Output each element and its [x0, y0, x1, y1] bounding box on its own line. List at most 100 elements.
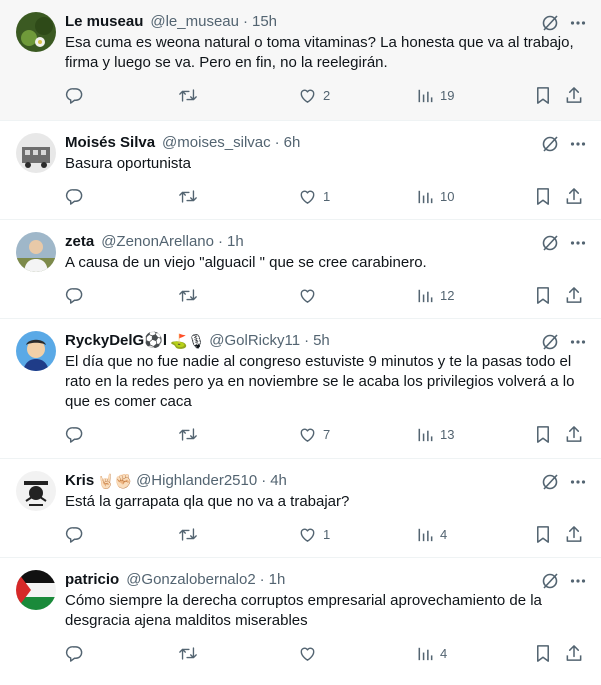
more-icon[interactable] — [569, 473, 587, 491]
views-button[interactable]: 12 — [416, 285, 454, 305]
tweet[interactable]: Le museau @le_museau · 15h Esa cuma es w… — [0, 0, 601, 121]
tweet-text: A causa de un viejo "alguacil " que se c… — [65, 254, 427, 271]
retweet-button[interactable] — [178, 85, 204, 105]
share-button[interactable] — [565, 524, 583, 544]
views-button[interactable]: 4 — [416, 524, 447, 544]
reply-button[interactable] — [65, 524, 90, 544]
action-bar: 1 4 — [65, 524, 585, 562]
timestamp[interactable]: 6h — [284, 133, 301, 153]
display-name[interactable]: patricio — [65, 570, 119, 590]
display-name[interactable]: RyckyDelG⚽l — [65, 331, 167, 351]
action-bar: 4 — [65, 643, 585, 681]
share-button[interactable] — [565, 285, 583, 305]
timestamp[interactable]: 1h — [227, 232, 244, 252]
like-icon — [300, 528, 315, 542]
timestamp[interactable]: 15h — [252, 12, 277, 32]
share-button[interactable] — [565, 643, 583, 663]
display-name[interactable]: Kris — [65, 471, 94, 491]
user-handle[interactable]: @Highlander2510 — [136, 471, 257, 491]
reply-button[interactable] — [65, 643, 90, 663]
like-button[interactable] — [298, 285, 323, 305]
bookmark-button[interactable] — [535, 524, 551, 544]
action-bar: 12 — [65, 285, 585, 323]
reply-button[interactable] — [65, 85, 90, 105]
avatar[interactable] — [16, 471, 56, 511]
bookmark-button[interactable] — [535, 424, 551, 444]
tweet[interactable]: RyckyDelG⚽l ⛳🎙 @GolRicky11 · 5h El día q… — [0, 319, 601, 459]
like-button[interactable]: 2 — [298, 85, 330, 105]
avatar[interactable] — [16, 232, 56, 272]
retweet-button[interactable] — [178, 643, 204, 663]
grok-icon[interactable] — [541, 572, 559, 590]
user-handle[interactable]: @moises_silvac — [162, 133, 271, 153]
like-button[interactable]: 1 — [298, 524, 330, 544]
retweet-button[interactable] — [178, 424, 204, 444]
more-icon[interactable] — [569, 572, 587, 590]
share-button[interactable] — [565, 85, 583, 105]
tweet-text: Está la garrapata qla que no va a trabaj… — [65, 493, 350, 510]
action-bar: 1 10 — [65, 186, 585, 224]
like-button[interactable] — [298, 643, 323, 663]
timestamp[interactable]: 4h — [270, 471, 287, 491]
separator-dot: · — [242, 13, 248, 30]
views-button[interactable]: 19 — [416, 85, 454, 105]
display-name[interactable]: Le museau — [65, 12, 143, 32]
share-icon — [566, 644, 582, 661]
user-handle[interactable]: @GolRicky11 — [209, 331, 300, 351]
tweet[interactable]: Moisés Silva @moises_silvac · 6h Basura … — [0, 121, 601, 220]
display-name[interactable]: zeta — [65, 232, 94, 252]
avatar[interactable] — [16, 12, 56, 52]
share-button[interactable] — [565, 186, 583, 206]
more-icon[interactable] — [569, 135, 587, 153]
bookmark-button[interactable] — [535, 85, 551, 105]
bookmark-button[interactable] — [535, 643, 551, 663]
reply-button[interactable] — [65, 285, 90, 305]
timestamp[interactable]: 1h — [269, 570, 286, 590]
timestamp[interactable]: 5h — [313, 331, 330, 351]
user-handle[interactable]: @Gonzalobernalo2 — [126, 570, 255, 590]
grok-icon[interactable] — [541, 473, 559, 491]
reply-feed: Le museau @le_museau · 15h Esa cuma es w… — [0, 0, 601, 685]
user-handle[interactable]: @le_museau — [150, 12, 239, 32]
grok-icon[interactable] — [541, 234, 559, 252]
bookmark-button[interactable] — [535, 285, 551, 305]
share-icon — [566, 187, 582, 204]
share-button[interactable] — [565, 424, 583, 444]
retweet-button[interactable] — [178, 186, 204, 206]
display-name[interactable]: Moisés Silva — [65, 133, 155, 153]
like-button[interactable]: 1 — [298, 186, 330, 206]
views-button[interactable]: 10 — [416, 186, 454, 206]
bookmark-button[interactable] — [535, 186, 551, 206]
tweet[interactable]: zeta @ZenonArellano · 1h A causa de un v… — [0, 220, 601, 319]
share-icon — [566, 525, 582, 542]
name-emoji: ⛳🎙 — [170, 333, 206, 349]
separator-dot: · — [304, 332, 310, 349]
more-icon[interactable] — [569, 333, 587, 351]
separator-dot: · — [259, 571, 265, 588]
share-icon — [566, 86, 582, 103]
more-icon[interactable] — [569, 234, 587, 252]
tweet-text: Basura oportunista — [65, 155, 191, 172]
views-icon — [418, 528, 433, 541]
avatar[interactable] — [16, 133, 56, 173]
tweet[interactable]: Kris 🤘🏻✊🏻 @Highlander2510 · 4h Está la g… — [0, 459, 601, 558]
avatar[interactable] — [16, 570, 56, 610]
views-button[interactable]: 13 — [416, 424, 454, 444]
like-button[interactable]: 7 — [298, 424, 330, 444]
retweet-button[interactable] — [178, 285, 204, 305]
bookmark-icon — [537, 187, 549, 205]
views-button[interactable]: 4 — [416, 643, 447, 663]
grok-icon[interactable] — [541, 333, 559, 351]
grok-icon[interactable] — [541, 135, 559, 153]
avatar[interactable] — [16, 331, 56, 371]
reply-button[interactable] — [65, 424, 90, 444]
tweet[interactable]: patricio @Gonzalobernalo2 · 1h Cómo siem… — [0, 558, 601, 685]
bookmark-icon — [537, 425, 549, 443]
action-bar: 7 13 — [65, 424, 585, 462]
reply-button[interactable] — [65, 186, 90, 206]
grok-icon[interactable] — [541, 14, 559, 32]
reply-icon — [65, 188, 83, 205]
retweet-button[interactable] — [178, 524, 204, 544]
user-handle[interactable]: @ZenonArellano — [101, 232, 214, 252]
more-icon[interactable] — [569, 14, 587, 32]
